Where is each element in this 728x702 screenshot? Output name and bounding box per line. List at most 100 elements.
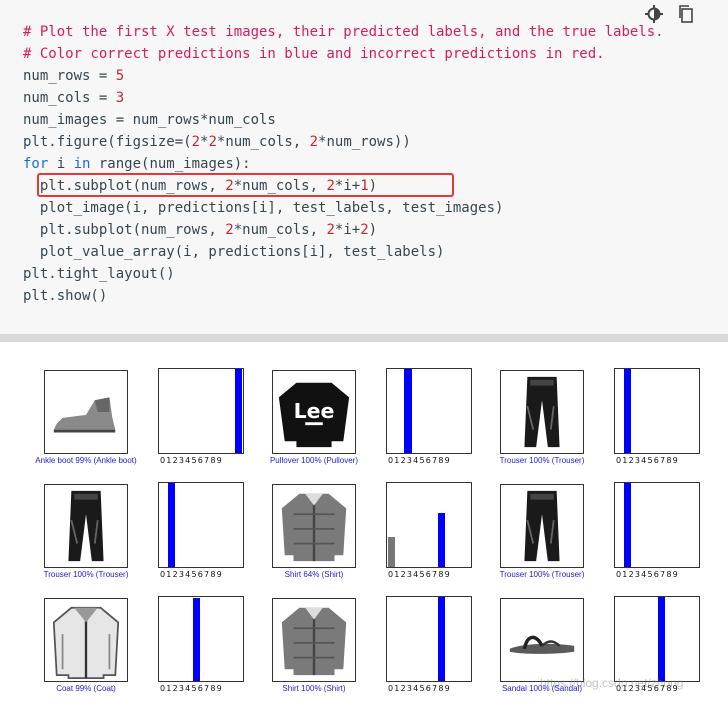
- code-token: # Plot the first X test images, their pr…: [23, 24, 664, 40]
- x-tick-labels: 0123456789: [388, 456, 451, 465]
- code-line: plt.show(): [23, 285, 664, 307]
- test-image-panel: [500, 598, 584, 682]
- svg-text:Lee: Lee: [294, 399, 335, 423]
- code-line: # Plot the first X test images, their pr…: [23, 21, 664, 43]
- prediction-label: Pullover 100% (Pullover): [269, 456, 359, 465]
- prediction-label: Shirt 100% (Shirt): [282, 684, 346, 693]
- shirt-image: [273, 599, 355, 681]
- prediction-label: Ankle boot 99% (Ankle boot): [35, 456, 137, 465]
- code-token: 2: [309, 134, 319, 150]
- test-image-panel: [272, 598, 356, 682]
- code-token: plt.figure(figsize=(: [23, 134, 192, 150]
- sandal-image: [501, 599, 583, 681]
- code-token: num_rows =: [23, 68, 116, 84]
- prediction-label: Trouser 100% (Trouser): [43, 570, 129, 579]
- code-token: 3: [115, 90, 125, 106]
- code-line: num_cols = 3: [23, 87, 664, 109]
- prediction-bar-chart: [158, 482, 244, 568]
- code-token: i: [48, 156, 74, 172]
- shirt-image: [273, 485, 355, 567]
- x-tick-labels: 0123456789: [160, 456, 223, 465]
- ankle-boot-image: [45, 371, 127, 453]
- code-text[interactable]: # Plot the first X test images, their pr…: [23, 21, 664, 307]
- prediction-bar-chart: [158, 596, 244, 682]
- prediction-bar: [437, 597, 446, 681]
- prediction-bar: [437, 513, 446, 567]
- code-token: range(num_images):: [90, 156, 251, 172]
- code-token: plot_image(i, predictions[i], test_label…: [23, 200, 504, 216]
- prediction-bar: [623, 483, 632, 567]
- test-image-panel: Lee: [272, 370, 356, 454]
- code-line: num_rows = 5: [23, 65, 664, 87]
- code-token: 2: [360, 222, 369, 238]
- prediction-bar-chart: [386, 482, 472, 568]
- prediction-bar: [404, 369, 412, 453]
- code-token: plt.show(): [23, 288, 108, 304]
- test-image-panel: [272, 484, 356, 568]
- code-token: *num_rows)): [318, 134, 411, 150]
- code-token: plt.subplot(num_rows,: [23, 222, 226, 238]
- code-token: 2: [191, 134, 201, 150]
- trouser-image: [45, 485, 127, 567]
- code-cell[interactable]: # Plot the first X test images, their pr…: [0, 0, 728, 334]
- code-token: num_images = num_rows*num_cols: [23, 112, 276, 128]
- code-line: plot_image(i, predictions[i], test_label…: [23, 197, 664, 219]
- code-token: 2: [208, 134, 217, 150]
- x-tick-labels: 0123456789: [616, 570, 679, 579]
- code-token: 2: [326, 222, 335, 238]
- code-token: num_cols =: [23, 90, 116, 106]
- x-tick-labels: 0123456789: [160, 570, 223, 579]
- code-token: for: [23, 156, 49, 172]
- code-line: for i in range(num_images):: [23, 153, 664, 175]
- trouser-image: [501, 485, 583, 567]
- code-token: 2: [225, 222, 234, 238]
- test-image-panel: [500, 484, 584, 568]
- copy-icon[interactable]: [676, 4, 696, 24]
- prediction-label: Trouser 100% (Trouser): [499, 570, 585, 579]
- code-token: # Color correct predictions in blue and …: [23, 46, 605, 62]
- code-line: num_images = num_rows*num_cols: [23, 109, 664, 131]
- trouser-image: [501, 371, 583, 453]
- prediction-bar-chart: [614, 482, 700, 568]
- prediction-bar-chart: [158, 368, 244, 454]
- x-tick-labels: 0123456789: [388, 684, 451, 693]
- code-token: *num_cols,: [233, 222, 327, 238]
- coat-image: [45, 599, 127, 681]
- watermark-text: https://blog.csdn.net/zhong: [540, 676, 684, 690]
- code-token: in: [73, 156, 91, 172]
- prediction-bar: [235, 369, 243, 453]
- code-line: plot_value_array(i, predictions[i], test…: [23, 241, 664, 263]
- prediction-bar-chart: [614, 368, 700, 454]
- code-token: *num_cols,: [216, 134, 310, 150]
- code-token: plot_value_array(i, predictions[i], test…: [23, 244, 445, 260]
- prediction-label: Trouser 100% (Trouser): [499, 456, 585, 465]
- code-token: *i+: [334, 222, 361, 238]
- prediction-bar: [657, 597, 665, 681]
- code-token: 5: [115, 68, 125, 84]
- test-image-panel: [44, 484, 128, 568]
- prediction-bar: [167, 483, 176, 567]
- test-image-panel: [44, 598, 128, 682]
- prediction-bar: [623, 369, 632, 453]
- code-line: plt.figure(figsize=(2*2*num_cols, 2*num_…: [23, 131, 664, 153]
- prediction-bar-chart: [614, 596, 700, 682]
- x-tick-labels: 0123456789: [160, 684, 223, 693]
- test-image-panel: [500, 370, 584, 454]
- code-line: plt.subplot(num_rows, 2*num_cols, 2*i+2): [23, 219, 664, 241]
- cell-scrollbar[interactable]: [0, 334, 728, 342]
- highlight-box: [37, 173, 454, 197]
- code-token: plt.tight_layout(): [23, 266, 175, 282]
- prediction-bar: [387, 536, 395, 567]
- code-line: plt.tight_layout(): [23, 263, 664, 285]
- prediction-bar: [193, 597, 201, 681]
- x-tick-labels: 0123456789: [388, 570, 451, 579]
- code-line: # Color correct predictions in blue and …: [23, 43, 664, 65]
- code-token: ): [368, 222, 378, 238]
- prediction-label: Shirt 64% (Shirt): [284, 570, 344, 579]
- prediction-label: Coat 99% (Coat): [56, 684, 116, 693]
- output-area: Ankle boot 99% (Ankle boot) 0123456789 Lee…: [0, 360, 728, 702]
- prediction-bar-chart: [386, 368, 472, 454]
- prediction-bar-chart: [386, 596, 472, 682]
- pullover-image: Lee: [273, 371, 355, 453]
- x-tick-labels: 0123456789: [616, 456, 679, 465]
